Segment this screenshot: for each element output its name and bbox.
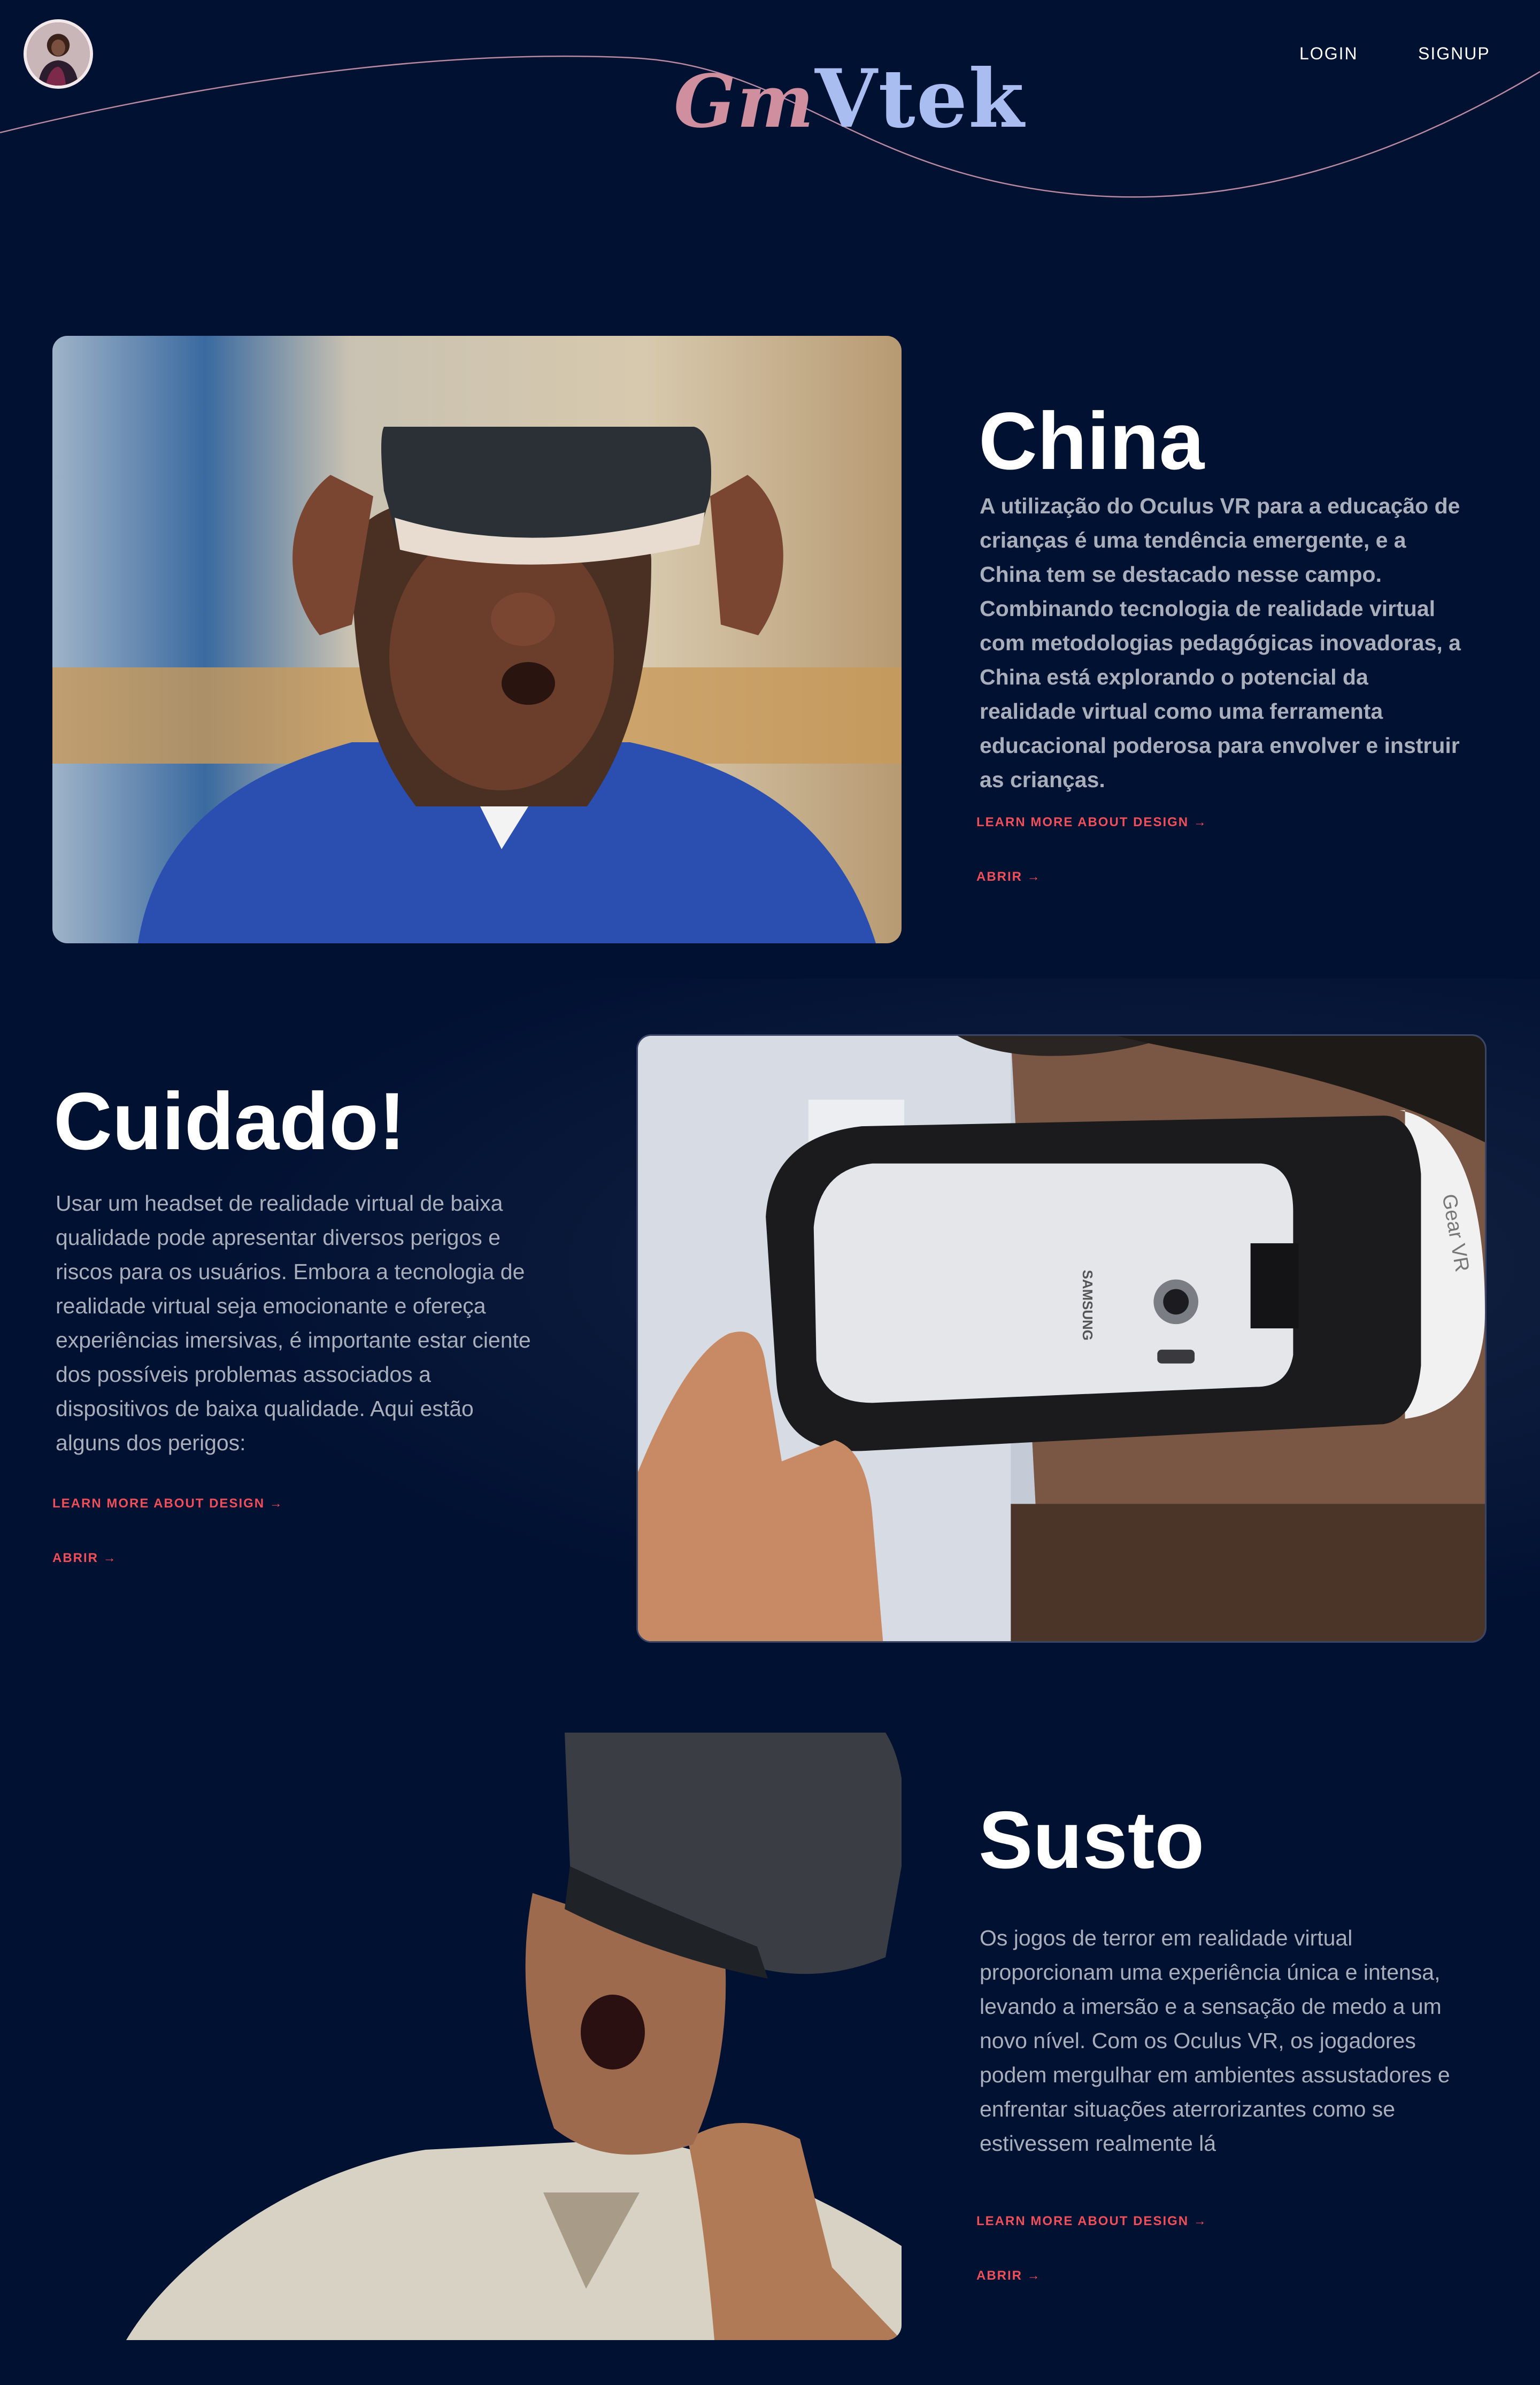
logo-part-gm: Gm	[674, 59, 815, 144]
section-body-china: A utilização do Oculus VR para a educaçã…	[980, 494, 1461, 792]
learn-more-link-china[interactable]: LEARN MORE ABOUT DESIGN →	[976, 815, 1207, 830]
learn-more-link-cuidado[interactable]: LEARN MORE ABOUT DESIGN →	[52, 1496, 283, 1511]
learn-more-link-susto[interactable]: LEARN MORE ABOUT DESIGN →	[976, 2214, 1207, 2229]
login-link[interactable]: LOGIN	[1299, 44, 1358, 64]
section-title-cuidado: Cuidado!	[53, 1076, 406, 1167]
section-title-susto: Susto	[979, 1795, 1205, 1886]
logo-part-vtek: Vtek	[815, 52, 1026, 146]
brand-logo[interactable]: GmVtek	[674, 53, 1025, 144]
phone-brand-label: SAMSUNG	[1080, 1270, 1095, 1341]
scared-vr-player-photo	[126, 1733, 902, 2340]
avatar[interactable]	[24, 19, 93, 89]
signup-link[interactable]: SIGNUP	[1418, 44, 1490, 64]
china-vr-child-photo	[52, 336, 902, 943]
avatar-image	[27, 22, 90, 86]
open-link-cuidado[interactable]: ABRIR →	[52, 1551, 117, 1566]
section-body-cuidado: Usar um headset de realidade virtual de …	[56, 1191, 531, 1455]
open-link-china[interactable]: ABRIR →	[976, 870, 1041, 884]
section-title-china: China	[979, 396, 1205, 487]
open-link-susto[interactable]: ABRIR →	[976, 2268, 1041, 2283]
gear-vr-headset-photo: SAMSUNG Gear VR	[636, 1034, 1487, 1643]
section-body-susto: Os jogos de terror em realidade virtual …	[980, 1926, 1450, 2156]
